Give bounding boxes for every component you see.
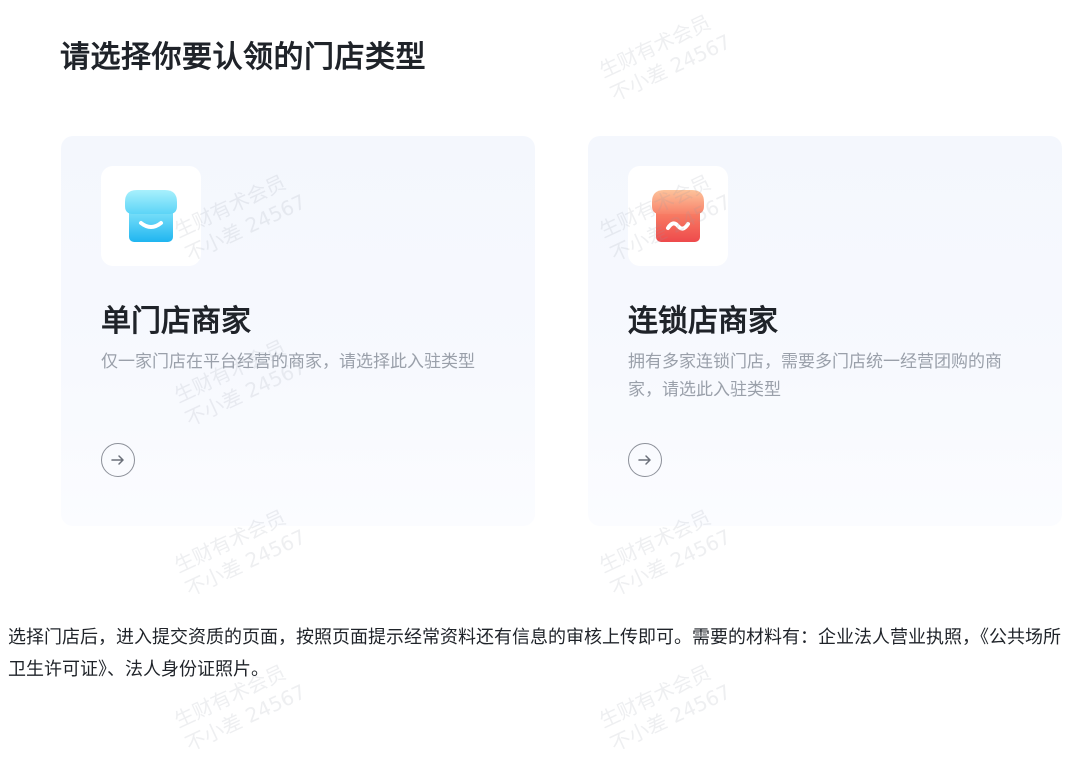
arrow-right-icon bbox=[111, 455, 124, 465]
watermark: 生财有术会员 不小差 24567 bbox=[595, 5, 735, 107]
single-store-icon-box bbox=[101, 166, 201, 266]
arrow-right-icon bbox=[638, 455, 651, 465]
store-smile-icon bbox=[125, 190, 177, 242]
watermark-line: 不小差 24567 bbox=[181, 524, 310, 602]
watermark-line: 不小差 24567 bbox=[606, 524, 735, 602]
store-wave-icon bbox=[652, 190, 704, 242]
footer-description: 选择门店后，进入提交资质的页面，按照页面提示经常资料还有信息的审核上传即可。需要… bbox=[8, 627, 1061, 680]
chain-store-arrow-button[interactable] bbox=[628, 443, 662, 477]
single-store-card[interactable]: 单门店商家 仅一家门店在平台经营的商家，请选择此入驻类型 bbox=[61, 136, 535, 526]
watermark-line: 不小差 24567 bbox=[606, 29, 735, 107]
single-store-description: 仅一家门店在平台经营的商家，请选择此入驻类型 bbox=[101, 352, 475, 372]
watermark-line: 生财有术会员 bbox=[595, 10, 715, 83]
watermark-line: 不小差 24567 bbox=[181, 679, 310, 757]
page-title: 请选择你要认领的门店类型 bbox=[60, 40, 426, 75]
single-store-arrow-button[interactable] bbox=[101, 443, 135, 477]
chain-store-icon-box bbox=[628, 166, 728, 266]
chain-store-title: 连锁店商家 bbox=[628, 304, 778, 339]
watermark-line: 不小差 24567 bbox=[606, 679, 735, 757]
chain-store-card[interactable]: 连锁店商家 拥有多家连锁门店，需要多门店统一经营团购的商家，请选此入驻类型 bbox=[588, 136, 1062, 526]
single-store-title: 单门店商家 bbox=[101, 304, 251, 339]
chain-store-description: 拥有多家连锁门店，需要多门店统一经营团购的商家，请选此入驻类型 bbox=[628, 352, 1002, 400]
